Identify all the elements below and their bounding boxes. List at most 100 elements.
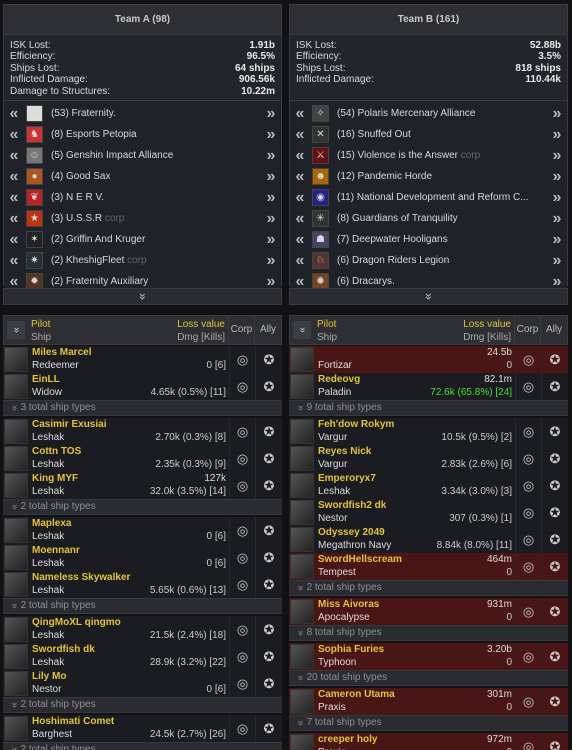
ship-name[interactable]: Leshak — [32, 459, 64, 472]
move-right-icon[interactable]: » — [547, 209, 567, 229]
header-loss-value[interactable]: Loss value — [463, 318, 511, 331]
move-left-icon[interactable]: « — [290, 125, 310, 145]
pilot-name[interactable]: Redeovg — [318, 374, 360, 387]
pilot-row[interactable]: Maplexa Leshak 0 [6] ◎ ✪ — [3, 517, 282, 544]
alliance-logo-icon[interactable]: ✪ — [542, 418, 568, 445]
ship-image[interactable] — [4, 572, 28, 597]
corp-logo-icon[interactable]: ◎ — [516, 499, 542, 526]
ship-name[interactable]: Nestor — [318, 513, 347, 526]
pilot-row[interactable]: Reyes Nick Vargur 2.83k (2.6%) [6] ◎ ✪ — [289, 445, 568, 472]
pilot-name[interactable]: Maplexa — [32, 518, 71, 531]
ship-image[interactable] — [4, 545, 28, 570]
pilot-row[interactable]: Redeovg 82.1m Paladin 72.6k (65.8%) [24] ◎ ✪ — [289, 373, 568, 400]
alliance-logo-icon[interactable]: ✪ — [256, 571, 282, 598]
ship-name[interactable]: Vargur — [318, 459, 347, 472]
corp-logo-icon[interactable]: ◎ — [230, 571, 256, 598]
move-left-icon[interactable]: « — [4, 230, 24, 250]
ship-name[interactable]: Leshak — [32, 432, 64, 445]
ship-image[interactable] — [290, 527, 314, 552]
pilot-name[interactable]: King MYF — [32, 473, 78, 486]
ship-name[interactable]: Widow — [32, 387, 62, 400]
alliance-logo-icon[interactable]: ✪ — [542, 598, 568, 625]
pilot-name[interactable]: Moennanr — [32, 545, 80, 558]
ship-image[interactable] — [4, 716, 28, 741]
alliance-label[interactable]: (5) Genshin Impact Alliance — [43, 150, 261, 161]
move-left-icon[interactable]: « — [4, 146, 24, 166]
ship-name[interactable]: Paladin — [318, 387, 351, 400]
ship-name[interactable]: Leshak — [32, 585, 64, 598]
pilot-name[interactable]: creeper holy — [318, 734, 377, 747]
move-right-icon[interactable]: » — [547, 104, 567, 124]
ship-image[interactable] — [4, 374, 28, 399]
alliance-name[interactable]: (6) Dragon Riders Legion — [337, 255, 449, 266]
ship-type-group[interactable]: » 9 total ship types — [289, 400, 568, 416]
pilot-name[interactable]: Miss Aivoras — [318, 599, 379, 612]
move-left-icon[interactable]: « — [4, 188, 24, 208]
alliance-name[interactable]: (53) Fraternity. — [51, 108, 116, 119]
pilot-row[interactable]: King MYF 127k Leshak 32.0k (3.5%) [14] ◎ ✪ — [3, 472, 282, 499]
pilot-row[interactable]: Hoshimati Comet Barghest 24.5k (2.7%) [26]… — [3, 715, 282, 742]
move-left-icon[interactable]: « — [290, 209, 310, 229]
move-right-icon[interactable]: » — [547, 251, 567, 271]
corp-logo-icon[interactable]: ◎ — [516, 526, 542, 553]
header-pilot[interactable]: Pilot — [31, 318, 50, 331]
corp-logo-icon[interactable]: ◎ — [230, 346, 256, 373]
alliance-logo-icon[interactable]: ✪ — [542, 526, 568, 553]
pilot-name[interactable]: Casimir Exusiai — [32, 419, 106, 432]
alliance-logo-icon[interactable]: ✪ — [256, 616, 282, 643]
header-dmg[interactable]: Dmg [Kills] — [177, 331, 225, 344]
move-left-icon[interactable]: « — [290, 251, 310, 271]
alliance-logo-icon[interactable]: ✪ — [542, 499, 568, 526]
alliance-name[interactable]: (15) Violence is the Answer — [337, 150, 458, 161]
alliance-label[interactable]: (11) National Development and Reform C..… — [329, 192, 547, 203]
move-left-icon[interactable]: « — [4, 125, 24, 145]
alliance-logo-icon[interactable]: ✪ — [542, 445, 568, 472]
alliance-label[interactable]: (7) Deepwater Hooligans — [329, 234, 547, 245]
ship-name[interactable]: Leshak — [32, 531, 64, 544]
alliance-label[interactable]: (8) Esports Petopia — [43, 129, 261, 140]
ship-name[interactable]: Leshak — [318, 486, 350, 499]
pilot-name[interactable]: Lily Mo — [32, 671, 66, 684]
pilot-name[interactable]: Feh'dow Rokym — [318, 419, 394, 432]
pilot-row[interactable]: Swordfish2 dk Nestor 307 (0.3%) [1] ◎ ✪ — [289, 499, 568, 526]
pilot-name[interactable]: Emperoryx7 — [318, 473, 376, 486]
move-right-icon[interactable]: » — [547, 167, 567, 187]
header-loss-value[interactable]: Loss value — [177, 318, 225, 331]
ship-type-group[interactable]: » 2 total ship types — [289, 580, 568, 596]
ship-name[interactable]: Leshak — [32, 657, 64, 670]
ship-type-group[interactable]: » 2 total ship types — [3, 742, 282, 750]
pilot-row[interactable]: Nameless Skywalker Leshak 5.65k (0.6%) [13… — [3, 571, 282, 598]
alliance-label[interactable]: (6) Dracarys. — [329, 276, 547, 287]
alliance-name[interactable]: (12) Pandemic Horde — [337, 171, 432, 182]
pilot-name[interactable]: Reyes Nick — [318, 446, 371, 459]
alliance-label[interactable]: (2) Griffin And Kruger — [43, 234, 261, 245]
move-left-icon[interactable]: « — [4, 251, 24, 271]
move-right-icon[interactable]: » — [261, 188, 281, 208]
ship-name[interactable]: Fortizar — [318, 360, 352, 373]
ship-image[interactable] — [290, 347, 314, 372]
pilot-row[interactable]: EinLL Widow 4.65k (0.5%) [11] ◎ ✪ — [3, 373, 282, 400]
alliance-label[interactable]: (2) KheshigFleet corp — [43, 255, 261, 266]
ship-image[interactable] — [4, 644, 28, 669]
header-ship[interactable]: Ship — [31, 331, 51, 344]
corp-logo-icon[interactable]: ◎ — [230, 544, 256, 571]
ship-image[interactable] — [290, 446, 314, 471]
corp-logo-icon[interactable]: ◎ — [516, 346, 542, 373]
alliance-logo-icon[interactable]: ✪ — [256, 373, 282, 400]
ship-name[interactable]: Nestor — [32, 684, 61, 697]
corp-logo-icon[interactable]: ◎ — [516, 418, 542, 445]
ship-name[interactable]: Barghest — [32, 729, 72, 742]
header-pilot[interactable]: Pilot — [317, 318, 336, 331]
pilot-row[interactable]: Feh'dow Rokym Vargur 10.5k (9.5%) [2] ◎ ✪ — [289, 418, 568, 445]
pilot-row[interactable]: QingMoXL qingmo Leshak 21.5k (2.4%) [18] ◎ ✪ — [3, 616, 282, 643]
ship-image[interactable] — [290, 644, 314, 669]
move-right-icon[interactable]: » — [547, 125, 567, 145]
pilot-name[interactable]: Swordfish dk — [32, 644, 95, 657]
alliance-name[interactable]: (2) Griffin And Kruger — [51, 234, 145, 245]
alliance-logo-icon[interactable]: ✪ — [256, 418, 282, 445]
alliance-name[interactable]: (7) Deepwater Hooligans — [337, 234, 448, 245]
pilot-name[interactable]: Swordfish2 dk — [318, 500, 386, 513]
alliance-logo-icon[interactable]: ✪ — [542, 346, 568, 373]
ship-image[interactable] — [4, 518, 28, 543]
move-left-icon[interactable]: « — [4, 104, 24, 124]
